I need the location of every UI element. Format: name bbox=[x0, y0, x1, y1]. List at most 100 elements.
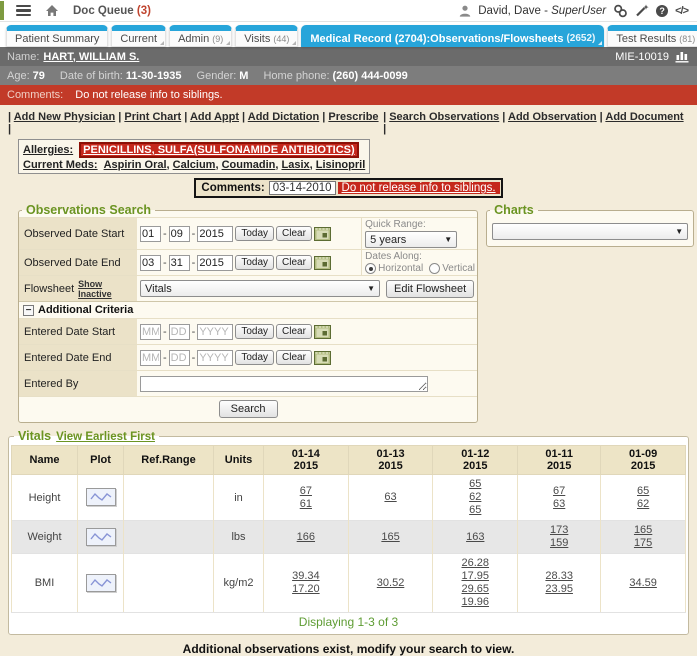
observation-value-link[interactable]: 62 bbox=[603, 498, 683, 511]
home-icon[interactable] bbox=[45, 4, 59, 17]
flowsheet-select[interactable]: Vitals▼ bbox=[140, 280, 380, 297]
observed-start-mm-input[interactable] bbox=[140, 226, 161, 242]
comment-text-link[interactable]: Do not release info to siblings. bbox=[338, 182, 500, 194]
observed-start-yyyy-input[interactable] bbox=[197, 226, 233, 242]
med-link[interactable]: Lisinopril bbox=[316, 159, 366, 171]
observation-value-link[interactable]: 165 bbox=[603, 524, 683, 537]
plot-button[interactable] bbox=[86, 574, 116, 592]
calendar-icon[interactable] bbox=[314, 255, 331, 270]
print-chart-link[interactable]: Print Chart bbox=[124, 111, 181, 123]
observation-value-link[interactable]: 23.95 bbox=[520, 583, 598, 596]
observation-value-link[interactable]: 17.20 bbox=[266, 583, 346, 596]
observation-value-link[interactable]: 61 bbox=[266, 498, 346, 511]
add-observation-link[interactable]: Add Observation bbox=[508, 111, 597, 123]
tab-admin[interactable]: Admin(9) bbox=[169, 25, 232, 47]
user-name[interactable]: David, Dave - SuperUser bbox=[478, 5, 606, 17]
quick-links-icon[interactable] bbox=[613, 4, 628, 18]
collapse-icon[interactable]: − bbox=[23, 305, 34, 316]
observation-value-link[interactable]: 173 bbox=[520, 524, 598, 537]
entered-start-yyyy-input[interactable] bbox=[197, 324, 233, 340]
observation-value-link[interactable]: 29.65 bbox=[435, 583, 515, 596]
observed-end-dd-input[interactable] bbox=[169, 255, 190, 271]
observation-value-link[interactable]: 39.34 bbox=[266, 570, 346, 583]
patient-name-bar: Name: HART, WILLIAM S. MIE-10019 bbox=[0, 47, 697, 66]
entered-end-yyyy-input[interactable] bbox=[197, 350, 233, 366]
search-button[interactable]: Search bbox=[219, 400, 278, 418]
entered-end-mm-input[interactable] bbox=[140, 350, 161, 366]
observation-value-link[interactable]: 28.33 bbox=[520, 570, 598, 583]
allergies-value-link[interactable]: PENICILLINS, SULFA(SULFONAMIDE ANTIBIOTI… bbox=[79, 142, 359, 158]
calendar-icon[interactable] bbox=[314, 324, 331, 339]
med-link[interactable]: Calcium bbox=[173, 159, 216, 171]
observation-value-link[interactable]: 65 bbox=[603, 485, 683, 498]
edit-flowsheet-button[interactable]: Edit Flowsheet bbox=[386, 280, 474, 298]
observation-value-link[interactable]: 30.52 bbox=[351, 577, 431, 590]
observation-value-link[interactable]: 26.28 bbox=[435, 557, 515, 570]
add-new-physician-link[interactable]: Add New Physician bbox=[14, 111, 115, 123]
allergies-label[interactable]: Allergies: bbox=[23, 144, 73, 156]
today-button[interactable]: Today bbox=[235, 350, 274, 365]
entered-end-dd-input[interactable] bbox=[169, 350, 190, 366]
today-button[interactable]: Today bbox=[235, 255, 274, 270]
current-meds-label[interactable]: Current Meds: bbox=[23, 159, 98, 171]
plot-button[interactable] bbox=[86, 488, 116, 506]
observation-value-link[interactable]: 34.59 bbox=[603, 577, 683, 590]
observation-value-link[interactable]: 165 bbox=[351, 531, 431, 544]
tab-current[interactable]: Current bbox=[111, 25, 166, 47]
observation-value-link[interactable]: 166 bbox=[266, 531, 346, 544]
observed-end-mm-input[interactable] bbox=[140, 255, 161, 271]
view-earliest-first-link[interactable]: View Earliest First bbox=[56, 431, 155, 443]
observation-value-link[interactable]: 67 bbox=[266, 485, 346, 498]
observation-value-link[interactable]: 65 bbox=[435, 504, 515, 517]
horizontal-radio[interactable] bbox=[365, 263, 376, 274]
calendar-icon[interactable] bbox=[314, 226, 331, 241]
observation-value-link[interactable]: 63 bbox=[351, 491, 431, 504]
observation-value-link[interactable]: 63 bbox=[520, 498, 598, 511]
plot-button[interactable] bbox=[86, 528, 116, 546]
wand-icon[interactable] bbox=[635, 4, 649, 17]
show-inactive-link[interactable]: Show Inactive bbox=[78, 279, 137, 299]
patient-chart-icon[interactable] bbox=[675, 50, 690, 63]
observation-value-link[interactable]: 19.96 bbox=[435, 596, 515, 609]
tab-patient-summary[interactable]: Patient Summary bbox=[6, 25, 108, 47]
calendar-icon[interactable] bbox=[314, 350, 331, 365]
entered-start-mm-input[interactable] bbox=[140, 324, 161, 340]
add-appt-link[interactable]: Add Appt bbox=[190, 111, 239, 123]
observation-value-link[interactable]: 67 bbox=[520, 485, 598, 498]
help-icon[interactable]: ? bbox=[656, 5, 668, 17]
clear-button[interactable]: Clear bbox=[276, 350, 312, 365]
doc-queue-link[interactable]: Doc Queue (3) bbox=[73, 5, 151, 17]
observation-value-link[interactable]: 17.95 bbox=[435, 570, 515, 583]
entered-start-dd-input[interactable] bbox=[169, 324, 190, 340]
med-link[interactable]: Aspirin Oral bbox=[104, 159, 167, 171]
observed-end-yyyy-input[interactable] bbox=[197, 255, 233, 271]
clear-button[interactable]: Clear bbox=[276, 226, 312, 241]
today-button[interactable]: Today bbox=[235, 226, 274, 241]
patient-name-link[interactable]: HART, WILLIAM S. bbox=[43, 51, 139, 63]
med-link[interactable]: Coumadin bbox=[222, 159, 276, 171]
vertical-radio[interactable] bbox=[429, 263, 440, 274]
charts-select[interactable]: ▼ bbox=[492, 223, 688, 240]
med-link[interactable]: Lasix bbox=[281, 159, 309, 171]
clear-button[interactable]: Clear bbox=[276, 324, 312, 339]
observation-value-link[interactable]: 175 bbox=[603, 537, 683, 550]
code-icon[interactable]: </> bbox=[675, 5, 688, 17]
observation-value-link[interactable]: 62 bbox=[435, 491, 515, 504]
observation-value-link[interactable]: 159 bbox=[520, 537, 598, 550]
prescribe-link[interactable]: Prescribe bbox=[328, 111, 378, 123]
observation-value-link[interactable]: 163 bbox=[435, 531, 515, 544]
observed-start-dd-input[interactable] bbox=[169, 226, 190, 242]
additional-criteria-toggle[interactable]: − Additional Criteria bbox=[19, 301, 477, 318]
clear-button[interactable]: Clear bbox=[276, 255, 312, 270]
observation-value-link[interactable]: 65 bbox=[435, 478, 515, 491]
tab-medical-record[interactable]: Medical Record (2704):Observations/Flows… bbox=[301, 25, 604, 47]
add-document-link[interactable]: Add Document bbox=[605, 111, 683, 123]
add-dictation-link[interactable]: Add Dictation bbox=[248, 111, 320, 123]
quick-range-select[interactable]: 5 years▼ bbox=[365, 231, 457, 248]
tab-test-results[interactable]: Test Results(81) bbox=[607, 25, 697, 47]
search-observations-link[interactable]: Search Observations bbox=[389, 111, 499, 123]
tab-visits[interactable]: Visits(44) bbox=[235, 25, 298, 47]
hamburger-menu-icon[interactable] bbox=[16, 5, 31, 16]
today-button[interactable]: Today bbox=[235, 324, 274, 339]
entered-by-input[interactable] bbox=[140, 376, 428, 392]
